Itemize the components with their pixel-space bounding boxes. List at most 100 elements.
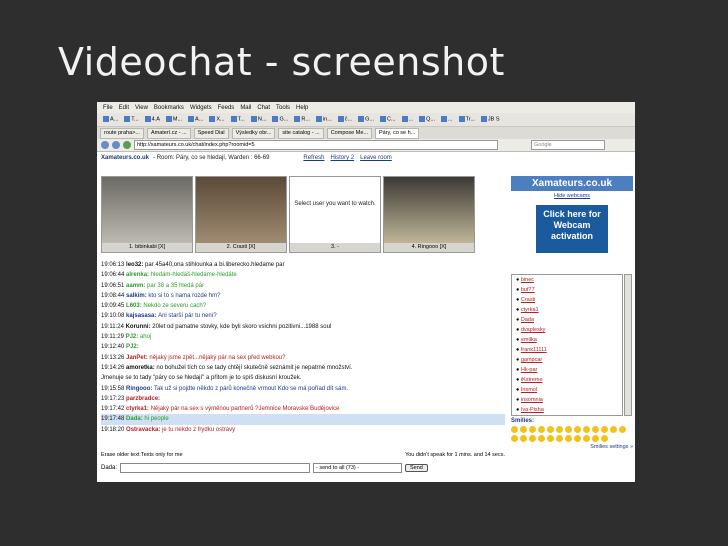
user-name[interactable]: Iva-Pisha <box>521 407 544 413</box>
bookmark-item[interactable]: Tr... <box>457 116 477 123</box>
user-name[interactable]: Dada <box>521 317 534 323</box>
bookmark-item[interactable]: N... <box>249 116 269 123</box>
chat-nick[interactable]: PJ2: <box>126 344 139 350</box>
smilies-settings-link[interactable]: Smilies settings » <box>511 444 633 450</box>
erase-options[interactable]: Erase older text Texts only for me <box>101 452 183 458</box>
bookmark-item[interactable]: A... <box>101 116 120 123</box>
user-name[interactable]: binec <box>521 277 534 283</box>
chat-nick[interactable]: JanPet: <box>126 355 149 361</box>
smiley-icon[interactable] <box>520 426 527 433</box>
menu-item[interactable]: Feeds <box>218 105 235 111</box>
menu-item[interactable]: Help <box>296 105 308 111</box>
smiley-icon[interactable] <box>565 426 572 433</box>
smiley-icon[interactable] <box>511 435 518 442</box>
user-name[interactable]: Insmol <box>521 387 537 393</box>
menu-item[interactable]: Tools <box>276 105 290 111</box>
forward-icon[interactable] <box>112 141 120 149</box>
chat-nick[interactable]: Korunni: <box>126 324 153 330</box>
chat-nick[interactable]: PJ2: <box>126 334 140 340</box>
smiley-icon[interactable] <box>583 426 590 433</box>
chat-nick[interactable]: alrenka: <box>126 272 151 278</box>
chat-nick[interactable]: ctyrka1: <box>126 406 151 412</box>
smiley-icon[interactable] <box>547 426 554 433</box>
user-name[interactable]: buf77 <box>521 287 535 293</box>
browser-tab[interactable]: Páry, co se h... <box>375 127 420 139</box>
bookmark-item[interactable]: T... <box>229 116 247 123</box>
chat-nick[interactable]: L603: <box>126 303 143 309</box>
smiley-icon[interactable] <box>556 435 563 442</box>
bookmark-item[interactable]: X... <box>207 116 226 123</box>
user-name[interactable]: Hk-par <box>521 367 538 373</box>
message-input[interactable] <box>120 463 311 473</box>
webcam-activation-button[interactable]: Click here for Webcam activation <box>536 205 608 253</box>
smiley-icon[interactable] <box>592 435 599 442</box>
smiley-icon[interactable] <box>529 435 536 442</box>
smiley-icon[interactable] <box>538 426 545 433</box>
webcam-1[interactable]: 1. bibinkabi [X] <box>101 176 193 253</box>
bookmark-item[interactable]: ... <box>439 116 455 123</box>
chat-nick[interactable]: parzbradce: <box>126 396 160 402</box>
smiley-icon[interactable] <box>511 426 518 433</box>
smiley-icon[interactable] <box>601 435 608 442</box>
bookmark-item[interactable]: G... <box>356 116 376 123</box>
menu-item[interactable]: Bookmarks <box>154 105 184 111</box>
chat-nick[interactable]: leo32: <box>126 262 145 268</box>
smiley-icon[interactable] <box>601 426 608 433</box>
bookmark-item[interactable]: R... <box>292 116 312 123</box>
smiley-icon[interactable] <box>592 426 599 433</box>
smiley-icon[interactable] <box>529 426 536 433</box>
smiley-icon[interactable] <box>583 435 590 442</box>
smiley-icon[interactable] <box>574 426 581 433</box>
browser-tab[interactable]: Amaterí.cz - ... <box>146 127 191 139</box>
bookmark-item[interactable]: Q... <box>417 116 437 123</box>
url-input[interactable]: http://xamateurs.co.uk/chat/index.php?ro… <box>134 140 498 150</box>
user-name[interactable]: ctyrka1 <box>521 307 539 313</box>
browser-tab[interactable]: Výsledky obr... <box>231 127 276 139</box>
browser-tab[interactable]: Compose Me... <box>326 127 372 139</box>
user-name[interactable]: gampcar <box>521 357 542 363</box>
bookmark-item[interactable]: č... <box>336 116 354 123</box>
browser-tab[interactable]: site catalog - ... <box>278 127 324 139</box>
back-icon[interactable] <box>101 141 109 149</box>
webcam-3[interactable]: Select user you want to watch. 3. - <box>289 176 381 253</box>
bookmark-item[interactable]: M... <box>164 116 184 123</box>
room-link[interactable]: History 2 <box>330 155 354 161</box>
search-input[interactable]: Google <box>531 140 605 150</box>
smiley-icon[interactable] <box>520 435 527 442</box>
browser-tab[interactable]: route praha>... <box>100 127 144 139</box>
chat-nick[interactable]: Ostravacka: <box>126 427 162 433</box>
send-button[interactable]: Send <box>405 464 428 472</box>
bookmark-item[interactable]: G... <box>270 116 290 123</box>
browser-tab[interactable]: Speed Dial <box>193 127 229 139</box>
webcam-2[interactable]: 2. Crasti [X] <box>195 176 287 253</box>
user-name[interactable]: emilka <box>521 337 537 343</box>
user-name[interactable]: dvaplesky <box>521 327 545 333</box>
smiley-icon[interactable] <box>538 435 545 442</box>
chat-nick[interactable]: salkim: <box>126 293 148 299</box>
smiley-icon[interactable] <box>565 435 572 442</box>
menu-item[interactable]: Widgets <box>190 105 212 111</box>
menu-item[interactable]: Chat <box>257 105 270 111</box>
bookmark-item[interactable]: T... <box>122 116 140 123</box>
chat-nick[interactable]: Ringooo: <box>126 386 154 392</box>
chat-nick[interactable]: amoretka: <box>126 365 156 371</box>
bookmark-item[interactable]: JB S <box>479 116 502 123</box>
smiley-icon[interactable] <box>547 435 554 442</box>
recipient-select[interactable]: - send to all (73) - <box>313 463 403 473</box>
user-list-scrollbar[interactable] <box>624 274 632 416</box>
chat-nick[interactable]: aamm: <box>126 283 147 289</box>
bookmark-item[interactable]: C... <box>378 116 398 123</box>
menu-item[interactable]: Mail <box>240 105 251 111</box>
user-name[interactable]: insomnia <box>521 397 543 403</box>
user-name[interactable]: frank11111 <box>521 347 547 353</box>
user-name[interactable]: iKstreme <box>521 377 543 383</box>
chat-nick[interactable]: Dada: <box>126 416 144 422</box>
chat-nick[interactable]: kajsasasa: <box>126 313 158 319</box>
smiley-icon[interactable] <box>556 426 563 433</box>
reload-icon[interactable] <box>123 141 131 149</box>
bookmark-item[interactable]: A... <box>186 116 205 123</box>
smiley-icon[interactable] <box>619 426 626 433</box>
menu-item[interactable]: View <box>135 105 148 111</box>
bookmark-item[interactable]: in... <box>314 116 334 123</box>
smiley-icon[interactable] <box>610 426 617 433</box>
